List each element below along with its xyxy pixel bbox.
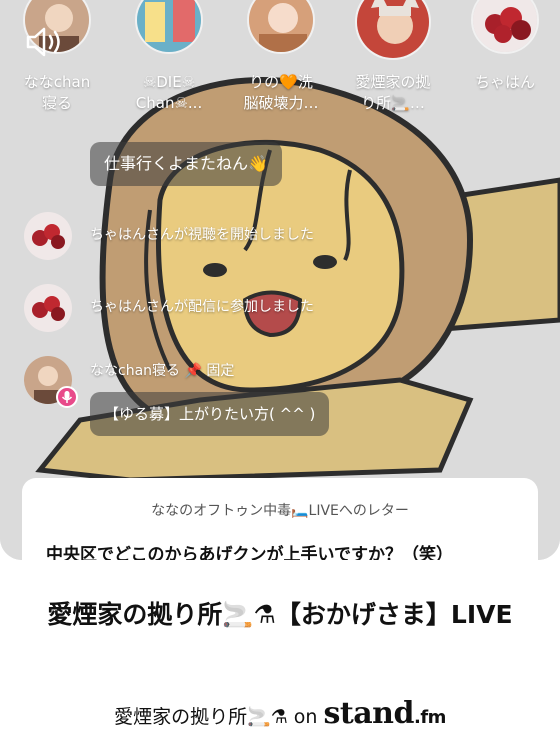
standfm-logo-text: stand (323, 696, 415, 731)
listener-avatar (247, 0, 315, 54)
standfm-logo-suffix: .fm (413, 707, 446, 728)
commenter-avatar (24, 212, 72, 260)
commenter-avatar (24, 284, 72, 332)
listener-label: ☠DIE☠ Chan☠... (135, 73, 203, 112)
pinned-bubble: 【ゆる募】上がりたい方( ^^ ) (90, 392, 330, 436)
chat-message (24, 356, 84, 408)
mic-badge (56, 386, 78, 408)
listener-label: りの🧡洗 脳破壊力… (243, 73, 319, 112)
letter-card[interactable]: ななのオフトゥン中毒🛏️LIVEへのレター 中央区でどこのからあげクンが上手いで… (22, 478, 538, 560)
listener-row: ななchan 寝る ☠DIE☠ Chan☠... りの🧡洗 脳破壊力… 愛煙家の… (0, 0, 560, 120)
listener-avatar (471, 0, 539, 54)
footer-channel: 愛煙家の拠り所🚬⚗ on (114, 706, 324, 728)
chat-message-text: ちゃはんさんが視聴を開始しました (90, 227, 314, 243)
letter-body: 中央区でどこのからあげクンが上手いですか？（笑） (46, 545, 453, 560)
listener-avatar (135, 0, 203, 54)
listener-label: ちゃはん (474, 73, 535, 91)
pinned-header: ななchan寝る 📌 固定 (90, 363, 235, 379)
footer: 愛煙家の拠り所🚬⚗ on stand.fm (0, 696, 560, 731)
standfm-logo[interactable]: stand.fm (323, 696, 447, 731)
speaker-icon (26, 27, 60, 57)
listener-label: ななchan 寝る (23, 73, 91, 112)
chat-message-text: ちゃはんさんが配信に参加しました (90, 299, 314, 315)
sound-toggle-button[interactable] (24, 26, 64, 58)
listener-avatar (355, 0, 431, 60)
live-room-card: ななchan 寝る ☠DIE☠ Chan☠... りの🧡洗 脳破壊力… 愛煙家の… (0, 0, 560, 560)
live-title: 愛煙家の拠り所🚬⚗【おかげさま】LIVE (47, 600, 513, 629)
microphone-icon (61, 391, 73, 403)
chat-bubble: 仕事行くよまたねん👋 (90, 142, 282, 186)
letter-title: ななのオフトゥン中毒🛏️LIVEへのレター (151, 503, 409, 519)
listener-label: 愛煙家の拠 り所🚬… (355, 73, 431, 112)
